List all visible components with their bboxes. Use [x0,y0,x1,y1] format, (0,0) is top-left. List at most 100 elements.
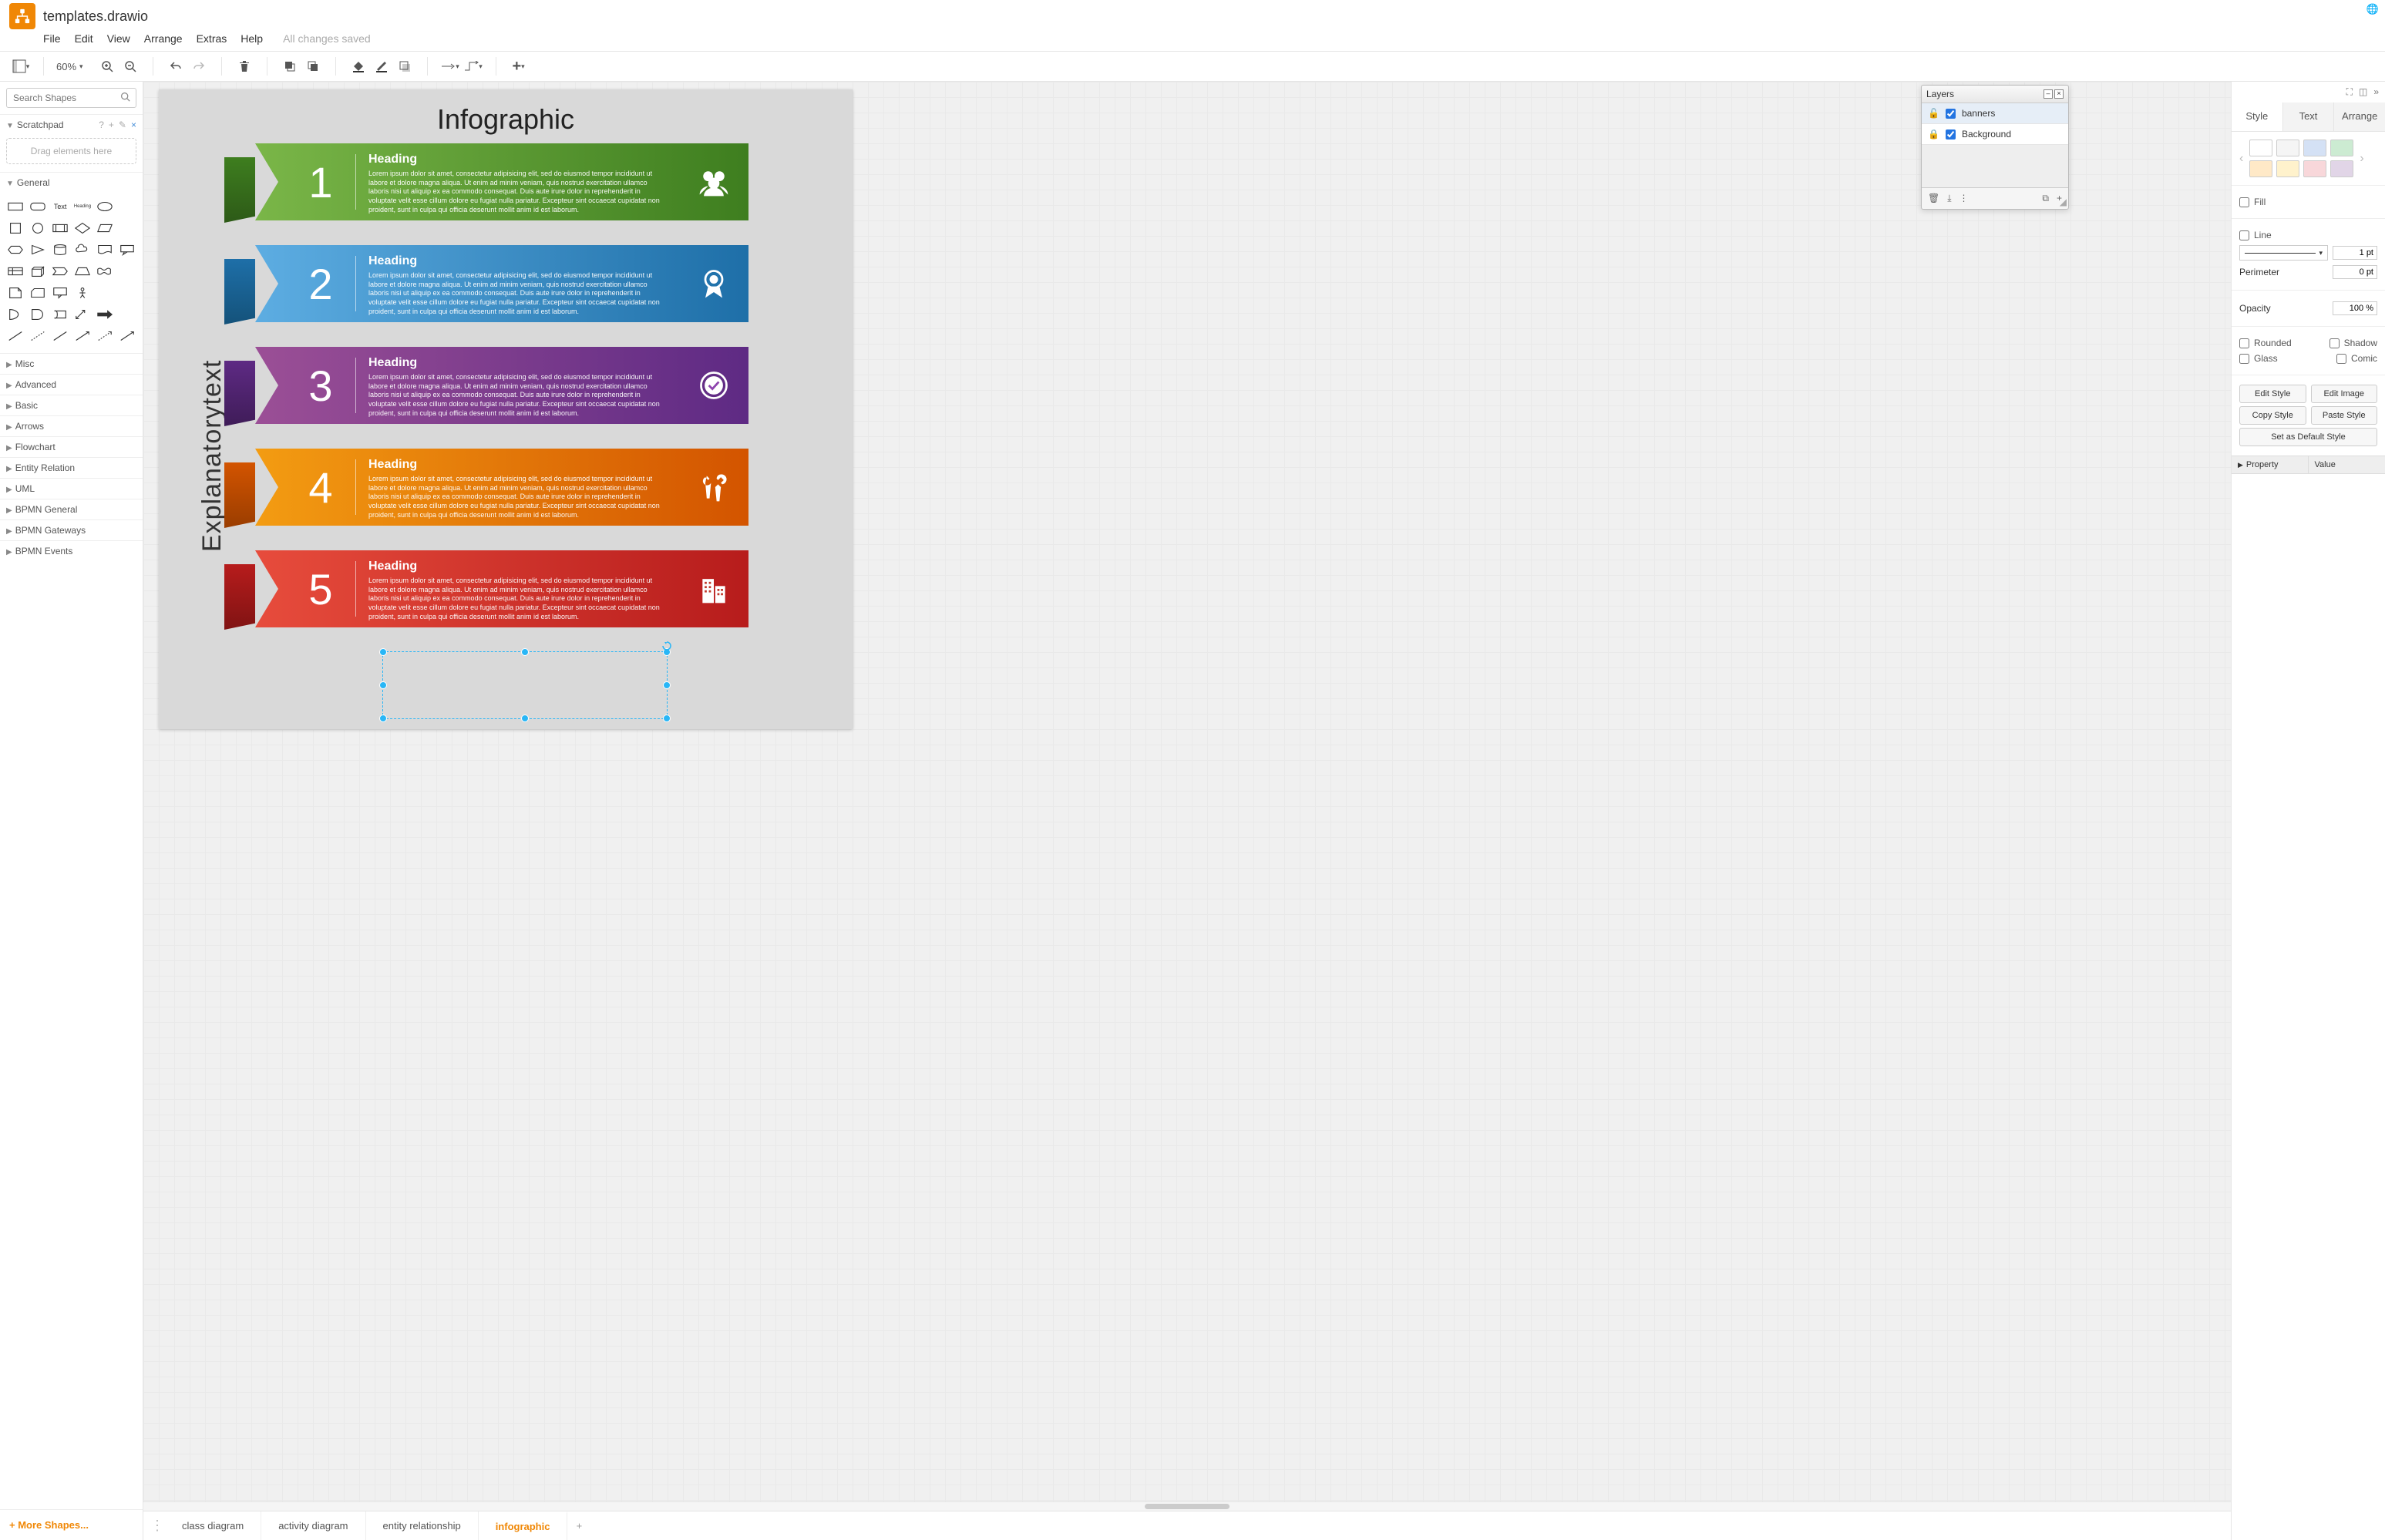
shape-blank2[interactable] [117,219,136,237]
tabs-menu-icon[interactable]: ⋮ [150,1518,165,1534]
shape-arrow-line-dashed[interactable] [95,327,114,345]
cat-entity[interactable]: ▶Entity Relation [0,457,143,478]
menu-help[interactable]: Help [241,32,263,45]
property-table-header[interactable]: ▶Property Value [2232,456,2385,474]
line-checkbox[interactable] [2239,230,2249,240]
shape-callout[interactable] [51,284,70,302]
fill-color-icon[interactable] [348,56,368,76]
collapse-icon[interactable]: » [2373,86,2379,98]
swatch-next[interactable]: › [2358,152,2365,166]
shape-blank[interactable] [117,197,136,216]
language-icon[interactable]: 🌐 [2366,3,2379,15]
shape-square[interactable] [6,219,25,237]
insert-icon[interactable]: +▾ [509,56,529,76]
line-style-dropdown[interactable]: ▾ [2239,245,2328,261]
menu-edit[interactable]: Edit [75,32,93,45]
shape-cube[interactable] [29,262,48,281]
layers-resize-handle[interactable]: ◢ [2060,197,2067,207]
shape-internal[interactable] [6,262,25,281]
glass-checkbox[interactable] [2239,354,2249,364]
layer-duplicate-icon[interactable]: ⧉ [2042,193,2049,204]
search-icon[interactable] [120,92,130,104]
vertical-label[interactable]: Explanatorytext [197,360,227,552]
tab-infographic[interactable]: infographic [479,1511,568,1540]
cat-advanced[interactable]: ▶Advanced [0,374,143,395]
tab-activity-diagram[interactable]: activity diagram [261,1511,365,1540]
shape-roundrect[interactable] [29,197,48,216]
shape-triangle[interactable] [29,240,48,259]
scratchpad-close-icon[interactable]: × [131,119,136,130]
connection-icon[interactable]: ▾ [440,56,460,76]
shape-blank3[interactable] [117,262,136,281]
shape-step[interactable] [51,262,70,281]
shape-callout2[interactable] [117,240,136,259]
shape-text[interactable]: Text [51,197,70,216]
banner-text[interactable]: HeadingLorem ipsum dolor sit amet, conse… [356,550,679,627]
set-default-style-button[interactable]: Set as Default Style [2239,428,2377,446]
shape-or[interactable] [6,305,25,324]
fullscreen-icon[interactable]: ⛶ [2346,86,2353,98]
shape-parallelogram[interactable] [95,219,114,237]
perimeter-input[interactable] [2333,265,2377,279]
app-logo[interactable] [9,3,35,29]
shape-tape[interactable] [95,262,114,281]
paste-style-button[interactable]: Paste Style [2311,406,2378,425]
shape-line1[interactable] [6,327,25,345]
shape-blank5[interactable] [117,284,136,302]
zoom-out-icon[interactable] [120,56,140,76]
undo-icon[interactable] [166,56,186,76]
layers-minimize-icon[interactable]: – [2044,89,2053,99]
shape-line2[interactable] [51,327,70,345]
layer-export-icon[interactable]: ⤓ [1947,193,1951,204]
banner-ribbon[interactable]: 3HeadingLorem ipsum dolor sit amet, cons… [255,347,748,424]
color-swatch[interactable] [2303,160,2326,177]
shape-blank4[interactable] [95,284,114,302]
canvas-area[interactable]: Infographic Explanatorytext 1HeadingLore… [143,82,2231,1540]
color-swatch[interactable] [2330,160,2353,177]
fill-checkbox[interactable] [2239,197,2249,207]
shape-blank6[interactable] [117,305,136,324]
zoom-dropdown[interactable]: 60%▾ [56,61,83,72]
lock-open-icon[interactable]: 🔓 [1928,108,1939,119]
scratchpad-add-icon[interactable]: + [109,119,114,130]
shape-hexagon[interactable] [6,240,25,259]
banner-ribbon[interactable]: 1HeadingLorem ipsum dolor sit amet, cons… [255,143,748,220]
more-shapes-button[interactable]: + More Shapes... [0,1509,143,1540]
shape-and[interactable] [29,305,48,324]
color-swatch[interactable] [2276,140,2299,156]
format-panel-icon[interactable]: ◫ [2359,86,2367,98]
scratchpad-edit-icon[interactable]: ✎ [119,119,126,130]
delete-icon[interactable] [234,56,254,76]
copy-style-button[interactable]: Copy Style [2239,406,2306,425]
color-swatch[interactable] [2330,140,2353,156]
scratchpad-header[interactable]: ▼Scratchpad ? + ✎ × [0,114,143,135]
shape-document[interactable] [95,240,114,259]
edit-image-button[interactable]: Edit Image [2311,385,2378,403]
menu-extras[interactable]: Extras [197,32,227,45]
banner-text[interactable]: HeadingLorem ipsum dolor sit amet, conse… [356,347,679,424]
shape-line-dashed[interactable] [29,327,48,345]
shape-diamond[interactable] [73,219,93,237]
comic-checkbox[interactable] [2336,354,2346,364]
shape-datastore[interactable] [51,305,70,324]
redo-icon[interactable] [189,56,209,76]
rounded-checkbox[interactable] [2239,338,2249,348]
cat-misc[interactable]: ▶Misc [0,353,143,374]
lock-closed-icon[interactable]: 🔒 [1928,129,1939,140]
color-swatch[interactable] [2249,140,2272,156]
banner-ribbon[interactable]: 2HeadingLorem ipsum dolor sit amet, cons… [255,245,748,322]
scratchpad-drop[interactable]: Drag elements here [6,138,136,164]
cat-basic[interactable]: ▶Basic [0,395,143,415]
layer-delete-icon[interactable]: 🗑 [1928,193,1939,204]
shape-arrow[interactable] [95,305,114,324]
opacity-input[interactable] [2333,301,2377,315]
cat-flowchart[interactable]: ▶Flowchart [0,436,143,457]
to-back-icon[interactable] [303,56,323,76]
view-dropdown[interactable]: ▾ [11,56,31,76]
banner-text[interactable]: HeadingLorem ipsum dolor sit amet, conse… [356,143,679,220]
infographic-title[interactable]: Infographic [159,89,853,143]
shape-arrow-line1[interactable] [73,327,93,345]
tab-entity-relationship[interactable]: entity relationship [366,1511,479,1540]
layer-row-banners[interactable]: 🔓 banners [1922,103,2068,124]
layer-row-background[interactable]: 🔒 Background [1922,124,2068,145]
